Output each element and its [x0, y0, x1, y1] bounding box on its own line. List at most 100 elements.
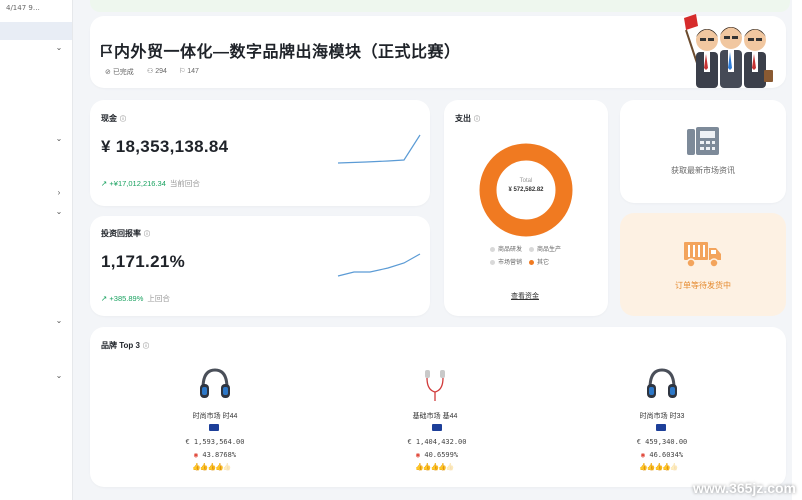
trend-up-icon: ↗	[101, 294, 108, 303]
truck-icon	[684, 242, 721, 268]
legend-label: 商品研发	[498, 247, 523, 253]
legend-item[interactable]: 其它	[529, 257, 549, 266]
expense-label-text: 支出	[455, 114, 471, 123]
cash-label: 现金 ⓘ	[101, 113, 126, 124]
view-funds-link[interactable]: 查看资金	[511, 291, 539, 301]
thumb-icon: 👍	[445, 464, 455, 471]
legend-item[interactable]: 商品生产	[529, 244, 561, 253]
flag-small-icon: ⚐	[179, 68, 186, 75]
top-banner	[90, 0, 790, 12]
brand-name: 时尚市场 时44	[192, 413, 238, 420]
market-share-icon: ◉	[193, 451, 199, 459]
chevron-down-icon[interactable]: ⌄	[54, 43, 64, 53]
info-icon: ⓘ	[120, 117, 127, 123]
status-text: 已完成	[112, 69, 134, 76]
right-panel-edge	[792, 0, 802, 500]
legend-item[interactable]: 商品研发	[490, 244, 522, 253]
fax-icon	[687, 127, 719, 155]
info-icon: ⓘ	[144, 232, 151, 238]
trend-up-icon: ↗	[101, 179, 108, 188]
donut-center-label: Total	[519, 178, 533, 184]
legend-item[interactable]: 市场营销	[490, 257, 522, 266]
market-share-icon: ◉	[415, 451, 421, 459]
brand-amount: € 459,340.00	[636, 438, 688, 446]
brand-amount: € 1,593,564.00	[185, 438, 245, 446]
legend-dot	[529, 246, 534, 252]
thumb-icon: 👍	[215, 464, 224, 471]
brands-title: 品牌 Top 3 ⓘ	[101, 340, 149, 351]
expense-label: 支出 ⓘ	[455, 113, 480, 124]
thumb-icon: 👍	[654, 464, 663, 471]
headphones-product-image	[647, 368, 677, 398]
roi-label: 投资回报率 ⓘ	[101, 228, 150, 239]
flag-icon	[101, 44, 113, 57]
chevron-down-icon[interactable]: ⌄	[54, 371, 64, 381]
sidebar-top-text: 4/147 9…	[6, 4, 40, 12]
thumb-icon: 👍	[192, 464, 201, 471]
cash-delta: ↗ +¥17,012,216.34 当前回合	[101, 178, 200, 189]
thumb-icon: 👍	[438, 464, 447, 471]
roi-label-text: 投资回报率	[101, 229, 141, 238]
brand-percent: ◉ 43.8768%	[165, 451, 265, 459]
flag-count: ⚐ 147	[179, 67, 199, 75]
thumb-icon: 👍	[669, 464, 679, 471]
thumb-icon: 👍	[415, 464, 424, 471]
roi-delta-text: +385.89%	[109, 294, 144, 303]
market-info-label: 获取最新市场资讯	[671, 166, 735, 175]
info-icon: ⓘ	[142, 344, 149, 350]
cash-sparkline	[337, 134, 421, 164]
market-share-icon: ◉	[640, 451, 646, 459]
donut-center-value: ¥ 572,582.82	[508, 187, 544, 193]
legend-label: 市场营销	[498, 260, 523, 266]
page-title: 内外贸一体化—数字品牌出海模块（正式比赛）	[100, 38, 461, 62]
cash-delta-text: +¥17,012,216.34	[109, 179, 166, 188]
chevron-down-icon[interactable]: ⌄	[54, 316, 64, 326]
brand-name: 基础市场 基44	[412, 413, 458, 420]
sidebar-active-item[interactable]	[0, 22, 72, 40]
eu-flag-icon	[209, 424, 219, 431]
chevron-down-icon[interactable]: ⌄	[54, 134, 64, 144]
roi-value: 1,171.21%	[101, 252, 185, 271]
cash-label-text: 现金	[101, 114, 117, 123]
users-icon: ⚇	[147, 68, 154, 75]
rating-thumbs: 👍👍👍👍👍	[639, 463, 679, 471]
cash-delta-note: 当前回合	[169, 179, 200, 188]
thumb-icon: 👍	[662, 464, 671, 471]
rating-thumbs: 👍👍👍👍👍	[415, 463, 455, 471]
orders-label: 订单等待发货中	[675, 281, 731, 290]
brand-amount: € 1,404,432.00	[407, 438, 467, 446]
thumb-icon: 👍	[430, 464, 439, 471]
brand-percent: ◉ 46.6034%	[612, 451, 712, 459]
participants-count: ⚇ 294	[147, 67, 167, 75]
legend-dot	[490, 259, 495, 265]
eu-flag-icon	[432, 424, 442, 431]
brands-title-text: 品牌 Top 3	[101, 341, 140, 350]
legend-label: 商品生产	[537, 247, 562, 253]
legend-dot	[529, 259, 534, 265]
brand-percent-text: 43.8768%	[202, 451, 237, 459]
thumb-icon: 👍	[207, 464, 216, 471]
earbuds-product-image	[425, 370, 445, 401]
status-badge: ⊘ 已完成	[105, 69, 134, 76]
headphones-product-image	[200, 368, 230, 398]
info-icon: ⓘ	[474, 117, 481, 123]
roi-sparkline	[337, 253, 421, 277]
brand-percent-text: 40.6599%	[424, 451, 459, 459]
roi-delta-note: 上回合	[147, 294, 170, 303]
cash-value: ¥ 18,353,138.84	[101, 137, 229, 156]
chevron-right-icon[interactable]: ›	[54, 188, 64, 198]
rating-thumbs: 👍👍👍👍👍	[192, 463, 232, 471]
legend-dot	[490, 246, 495, 252]
left-sidebar: 4/147 9… ⌄ ⌄ › ⌄ ⌄ ⌄	[0, 0, 73, 500]
brand-name: 时尚市场 时33	[639, 413, 685, 420]
flag-count-text: 147	[187, 68, 199, 75]
page-title-text: 内外贸一体化—数字品牌出海模块（正式比赛）	[114, 44, 461, 61]
legend-label: 其它	[537, 260, 550, 266]
brand-percent-text: 46.6034%	[649, 451, 684, 459]
watermark-text: www.365jz.com	[693, 480, 796, 496]
businessmen-illustration	[684, 14, 773, 88]
roi-delta: ↗ +385.89% 上回合	[101, 293, 170, 304]
brand-percent: ◉ 40.6599%	[387, 451, 487, 459]
chevron-down-icon[interactable]: ⌄	[54, 207, 64, 217]
eu-flag-icon	[656, 424, 666, 431]
